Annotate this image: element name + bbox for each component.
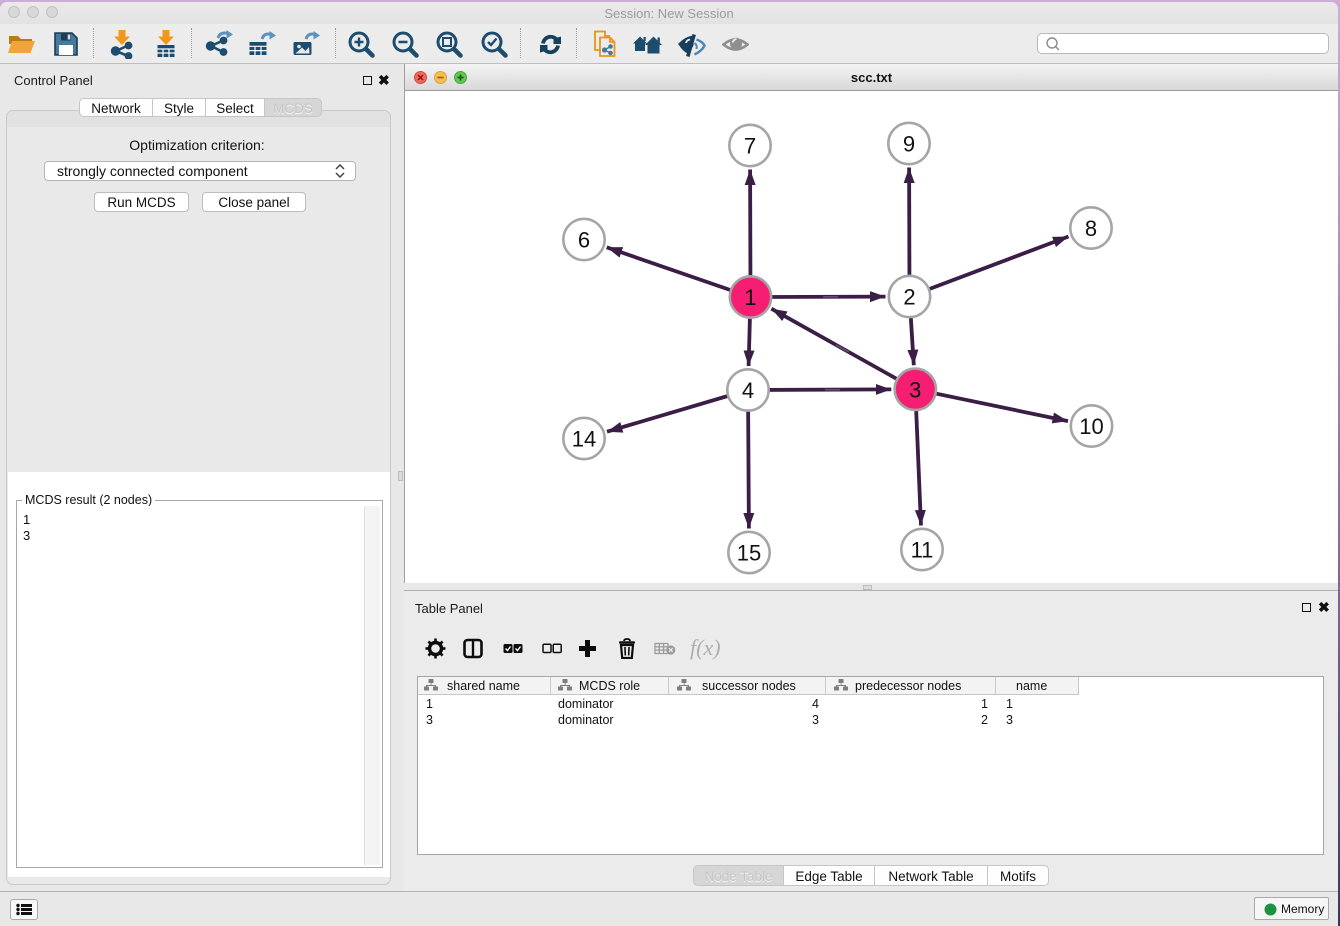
svg-text:4: 4 (742, 378, 754, 403)
svg-text:10: 10 (1079, 414, 1103, 439)
svg-text:7: 7 (744, 134, 756, 159)
svg-text:14: 14 (572, 427, 596, 452)
svg-text:1: 1 (744, 285, 756, 310)
svg-text:15: 15 (737, 541, 761, 566)
svg-text:11: 11 (911, 538, 934, 563)
svg-text:3: 3 (909, 377, 921, 402)
svg-text:f(x): f(x) (690, 635, 721, 660)
svg-text:2: 2 (903, 285, 915, 310)
svg-text:9: 9 (903, 132, 915, 157)
svg-text:6: 6 (578, 228, 590, 253)
svg-text:8: 8 (1085, 216, 1097, 241)
